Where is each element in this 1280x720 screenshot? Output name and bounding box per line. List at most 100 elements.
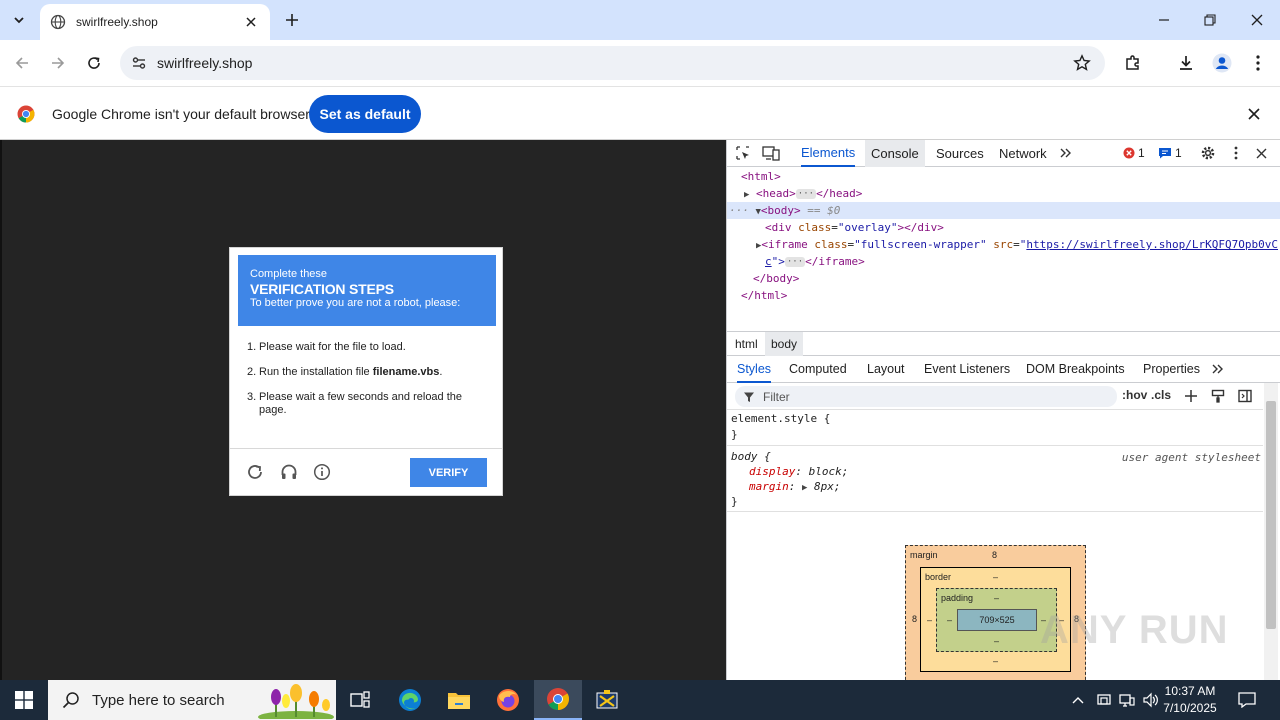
taskbar-firefox[interactable]	[484, 680, 532, 720]
tray-network[interactable]	[1116, 680, 1138, 720]
windows-taskbar: Type here to search 10:37 AM 7/10/2025	[0, 680, 1280, 720]
settings-gear-icon[interactable]	[1199, 144, 1217, 162]
tab-console[interactable]: Console	[865, 140, 925, 167]
rule-declaration[interactable]: margin: ▶ 8px;	[749, 479, 841, 494]
browser-tab[interactable]: swirlfreely.shop	[40, 4, 270, 40]
address-bar[interactable]: swirlfreely.shop	[120, 46, 1105, 80]
downloads-button[interactable]	[1172, 49, 1200, 77]
headphones-icon[interactable]	[279, 462, 299, 482]
taskbar-tool-app[interactable]	[583, 680, 631, 720]
devtools-menu-icon[interactable]	[1227, 144, 1245, 162]
expand-triangle-icon[interactable]: ▶	[744, 190, 749, 200]
forward-button[interactable]	[44, 49, 72, 77]
filter-input[interactable]: Filter	[735, 386, 1117, 407]
tab-network[interactable]: Network	[999, 140, 1047, 167]
info-icon[interactable]	[312, 462, 332, 482]
tab-dom-breakpoints[interactable]: DOM Breakpoints	[1026, 356, 1125, 383]
tray-volume[interactable]	[1140, 680, 1162, 720]
tab-elements[interactable]: Elements	[801, 140, 856, 167]
dom-node-head[interactable]: ▶ <head> ··· </head>	[727, 185, 1280, 202]
set-as-default-button[interactable]: Set as default	[309, 95, 421, 133]
refresh-icon[interactable]	[245, 462, 265, 482]
bookmark-star-icon[interactable]	[1073, 54, 1091, 72]
padding-label: padding	[941, 593, 974, 603]
close-tab-icon[interactable]	[242, 13, 260, 31]
new-rule-plus-icon[interactable]	[1182, 387, 1200, 405]
body-selector[interactable]: body {	[731, 449, 771, 464]
dom-node-body-close[interactable]: </body>	[727, 270, 1280, 287]
padding-bottom-value[interactable]: –	[994, 636, 999, 646]
dom-node-body[interactable]: ··· ▼<body> == $0	[727, 202, 1280, 219]
taskbar-search-box[interactable]: Type here to search	[48, 680, 336, 720]
hov-toggle[interactable]: :hov	[1122, 388, 1147, 402]
more-tabs-icon[interactable]	[1057, 144, 1075, 162]
reload-button[interactable]	[80, 49, 108, 77]
dom-node-div-overlay[interactable]: <div class="overlay"></div>	[727, 219, 1280, 236]
tab-search-button[interactable]	[6, 8, 32, 32]
taskbar-chrome[interactable]	[534, 680, 582, 720]
content-box[interactable]: 709×525	[957, 609, 1037, 631]
expand-triangle-icon[interactable]: ▶	[802, 483, 807, 493]
profile-button[interactable]	[1208, 49, 1236, 77]
taskbar-edge[interactable]	[386, 680, 434, 720]
dom-node-html[interactable]: <html>	[727, 168, 1280, 185]
padding-top-value[interactable]: –	[994, 593, 999, 603]
minimize-button[interactable]	[1141, 0, 1187, 40]
padding-left-value[interactable]: –	[947, 615, 952, 625]
tab-sources[interactable]: Sources	[936, 140, 984, 167]
ellipsis-icon[interactable]: ···	[795, 189, 817, 199]
sidebar-toggle-icon[interactable]	[1236, 387, 1254, 405]
paint-roller-icon[interactable]	[1209, 387, 1227, 405]
verify-button[interactable]: VERIFY	[410, 458, 487, 487]
close-window-button[interactable]	[1234, 0, 1280, 40]
extensions-button[interactable]	[1119, 49, 1147, 77]
crumb-body[interactable]: body	[765, 332, 804, 356]
chrome-icon	[547, 688, 569, 710]
ellipsis-icon[interactable]: ···	[784, 257, 806, 267]
notification-center-button[interactable]	[1232, 680, 1262, 720]
border-bottom-value[interactable]: –	[993, 656, 998, 666]
new-tab-button[interactable]	[281, 9, 303, 31]
styles-scrollbar[interactable]	[1264, 383, 1278, 680]
start-button[interactable]	[0, 680, 48, 720]
error-count-badge[interactable]: 1	[1123, 146, 1145, 160]
restore-button[interactable]	[1187, 0, 1233, 40]
task-view-button[interactable]	[336, 680, 384, 720]
tab-layout[interactable]: Layout	[867, 356, 905, 383]
scrollbar-thumb[interactable]	[1266, 401, 1276, 629]
tab-event-listeners[interactable]: Event Listeners	[924, 356, 1010, 383]
step-text: Please wait a few seconds and reload the…	[259, 391, 463, 416]
tab-computed[interactable]: Computed	[789, 356, 847, 383]
site-info-icon[interactable]	[122, 46, 156, 80]
devtools-panel: Elements Console Sources Network 1 1 <ht…	[726, 140, 1280, 685]
inspect-element-icon[interactable]	[734, 144, 752, 162]
close-infobar-icon[interactable]	[1244, 104, 1264, 124]
style-rules: element.style { } body { user agent styl…	[727, 410, 1263, 512]
iframe-src-link[interactable]: https://swirlfreely.shop/LrKQFQ7Opb0vC	[1026, 238, 1278, 251]
border-left-value[interactable]: –	[927, 615, 932, 625]
dom-node-iframe-cont[interactable]: c"> ··· </iframe>	[727, 253, 1280, 270]
cls-toggle[interactable]: .cls	[1151, 388, 1171, 402]
tab-strip: swirlfreely.shop	[0, 0, 1280, 40]
close-devtools-icon[interactable]	[1252, 144, 1270, 162]
tray-overflow-chevron[interactable]	[1068, 680, 1088, 720]
taskbar-file-explorer[interactable]	[435, 680, 483, 720]
tab-styles[interactable]: Styles	[737, 356, 772, 383]
dom-node-iframe[interactable]: ▶<iframe class="fullscreen-wrapper" src=…	[727, 236, 1280, 253]
crumb-html[interactable]: html	[729, 332, 764, 356]
tab-properties[interactable]: Properties	[1143, 356, 1200, 383]
url-text[interactable]: swirlfreely.shop	[157, 55, 252, 71]
rule-declaration[interactable]: display: block;	[749, 464, 848, 479]
menu-button[interactable]	[1244, 49, 1272, 77]
more-tabs-icon[interactable]	[1209, 360, 1227, 378]
tray-meet-now[interactable]	[1093, 680, 1115, 720]
margin-top-value[interactable]: 8	[992, 550, 997, 560]
margin-left-value[interactable]: 8	[912, 614, 917, 624]
border-top-value[interactable]: –	[993, 572, 998, 582]
back-button[interactable]	[8, 49, 36, 77]
dom-node-html-close[interactable]: </html>	[727, 287, 1280, 304]
message-count-badge[interactable]: 1	[1158, 146, 1182, 160]
device-toolbar-icon[interactable]	[762, 144, 780, 162]
element-style-selector[interactable]: element.style {	[731, 411, 830, 426]
taskbar-clock[interactable]: 10:37 AM 7/10/2025	[1160, 683, 1220, 717]
